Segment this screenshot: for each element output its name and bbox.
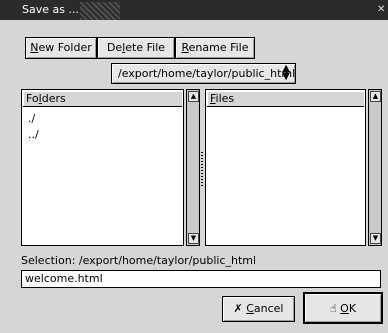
files-list[interactable]: Files: [205, 89, 366, 246]
folders-header[interactable]: Folders: [23, 91, 182, 107]
files-header[interactable]: Files: [207, 91, 364, 107]
delete-file-button[interactable]: Delete File: [97, 37, 175, 59]
filename-input[interactable]: welcome.html: [21, 270, 381, 288]
directory-path-select[interactable]: /export/home/taylor/public_html ▲ ▼: [111, 63, 296, 84]
rename-file-button[interactable]: Rename File: [175, 37, 255, 59]
folders-scrollbar[interactable]: ▲ ▼: [186, 89, 200, 246]
ok-button[interactable]: ☝ OK: [303, 292, 383, 324]
scroll-down-arrow-icon[interactable]: ▼: [370, 233, 381, 244]
ok-hand-icon: ☝: [329, 302, 337, 315]
window-title: Save as ...: [22, 3, 79, 16]
title-bar[interactable]: Save as ... ✕: [0, 0, 388, 20]
scroll-down-arrow-icon[interactable]: ▼: [188, 233, 199, 244]
files-scrollbar[interactable]: ▲ ▼: [368, 89, 382, 246]
save-as-dialog: Save as ... ✕ New Folder Delete File Ren…: [0, 0, 388, 333]
close-icon[interactable]: ✕: [377, 4, 388, 16]
scroll-up-arrow-icon[interactable]: ▲: [188, 91, 199, 102]
folder-item[interactable]: ./: [28, 112, 35, 125]
up-down-arrows-icon: ▲ ▼: [282, 63, 290, 82]
pane-resize-grip[interactable]: [201, 152, 203, 186]
selection-label: Selection: /export/home/taylor/public_ht…: [21, 254, 257, 267]
folder-item[interactable]: ../: [28, 128, 39, 141]
new-folder-button[interactable]: New Folder: [25, 37, 97, 59]
cancel-icon: ✗: [233, 302, 243, 315]
directory-path-value: /export/home/taylor/public_html: [118, 67, 296, 80]
scroll-up-arrow-icon[interactable]: ▲: [370, 91, 381, 102]
folders-list[interactable]: Folders ./ ../: [21, 89, 184, 246]
cancel-button[interactable]: ✗ Cancel: [222, 296, 295, 322]
title-bar-texture: [80, 2, 120, 20]
